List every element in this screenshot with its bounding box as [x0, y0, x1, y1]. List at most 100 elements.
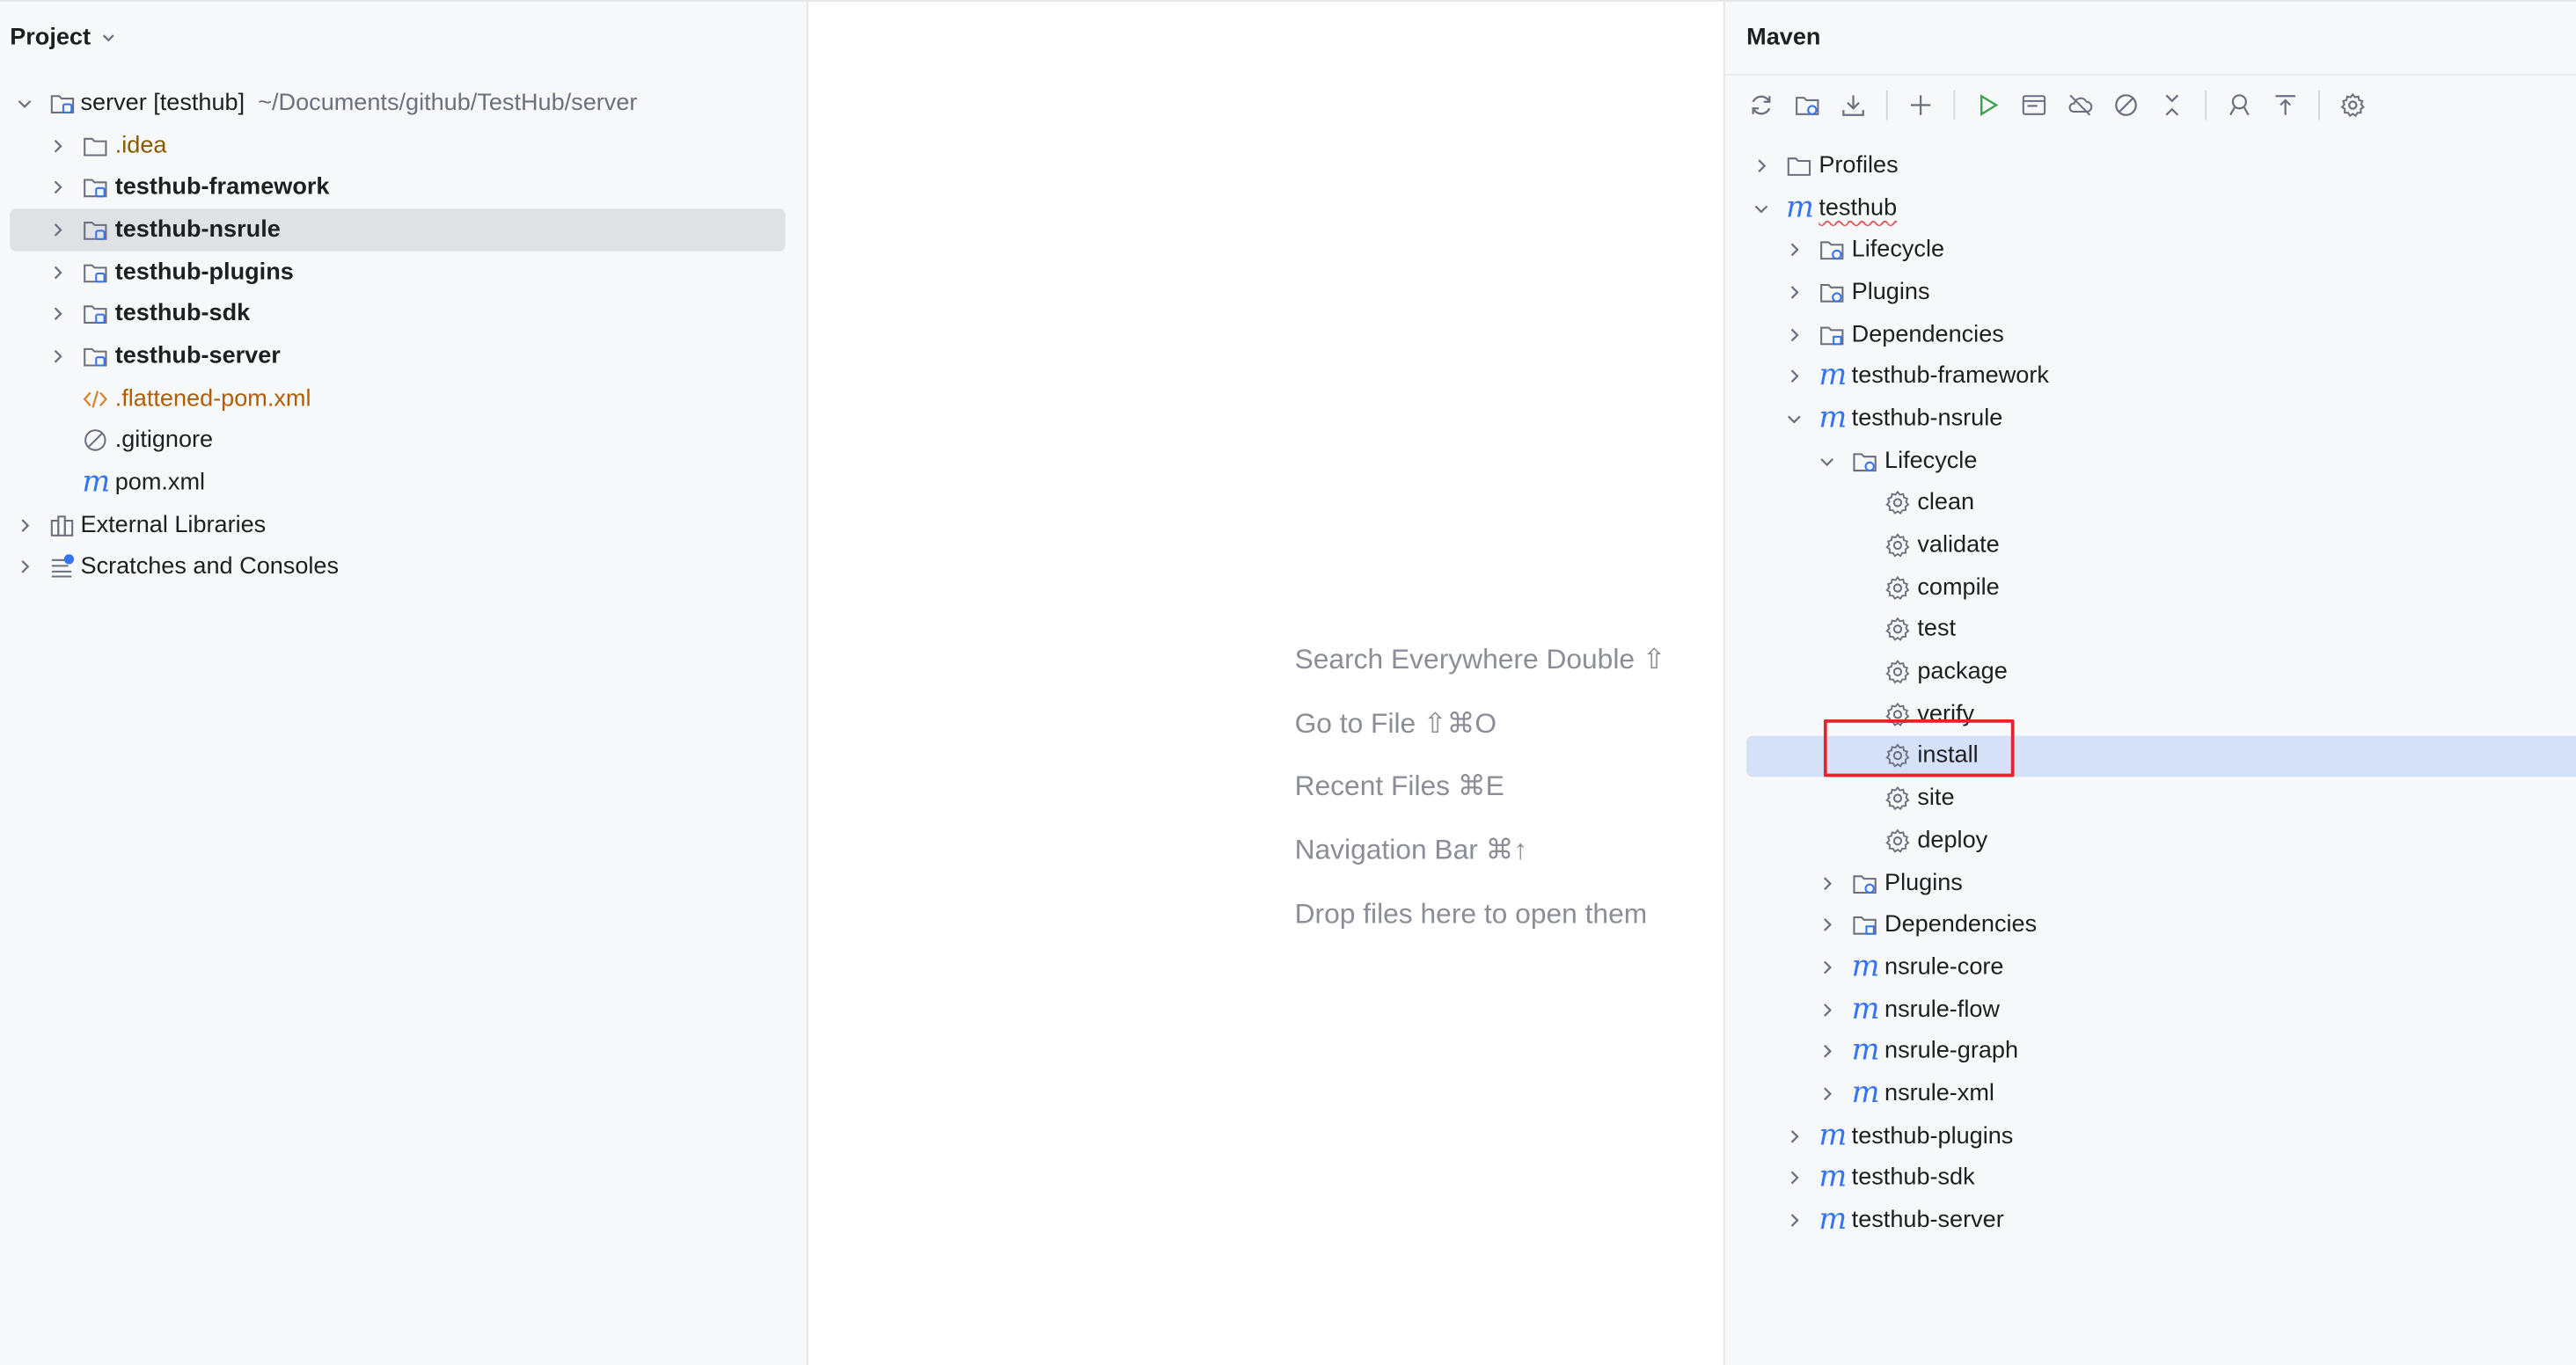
offline-mode-icon[interactable]: [2067, 92, 2093, 119]
chevron-right-icon[interactable]: [1753, 157, 1770, 174]
maven-icon: m: [82, 464, 111, 500]
chevron-down-icon[interactable]: [1753, 200, 1770, 216]
maven-icon: m: [1819, 1118, 1848, 1153]
tree-row-flattened-pom[interactable]: .flattened-pom.xml: [0, 377, 807, 420]
chevron-down-icon[interactable]: [1819, 453, 1835, 470]
run-config-icon[interactable]: [2021, 92, 2047, 119]
maven-phase-clean[interactable]: clean: [1725, 482, 2576, 524]
maven-row-lifecycle[interactable]: Lifecycle: [1725, 229, 2576, 271]
maven-row-nsrule-core[interactable]: m nsrule-core: [1725, 946, 2576, 989]
maven-icon: m: [1851, 1033, 1880, 1069]
maven-row-testhub-sdk[interactable]: m testhub-sdk: [1725, 1157, 2576, 1200]
maven-row-profiles[interactable]: Profiles: [1725, 144, 2576, 186]
chevron-right-icon[interactable]: [1786, 284, 1803, 301]
project-panel-header[interactable]: Project: [0, 2, 807, 74]
maven-phase-deploy[interactable]: deploy: [1725, 820, 2576, 862]
tree-row-scratches[interactable]: Scratches and Consoles: [0, 546, 807, 588]
download-icon[interactable]: [1841, 92, 1867, 119]
maven-row-dependencies[interactable]: Dependencies: [1725, 313, 2576, 355]
annotation-highlight-box: [1823, 719, 2015, 777]
chevron-right-icon[interactable]: [1819, 1085, 1835, 1102]
chevron-right-icon[interactable]: [1786, 1212, 1803, 1229]
run-icon[interactable]: [1975, 92, 2002, 119]
module-folder-icon: [84, 347, 107, 367]
chevron-down-icon[interactable]: [100, 30, 117, 47]
module-folder-icon: [84, 263, 107, 282]
add-icon[interactable]: [1907, 92, 1934, 119]
toolbar-separator: [2205, 90, 2207, 120]
tree-row-root[interactable]: server [testhub] ~/Documents/github/Test…: [0, 82, 807, 124]
editor-empty-hints: Search Everywhere Double ⇧ Go to File ⇧⌘…: [1295, 639, 1666, 956]
chevron-right-icon[interactable]: [49, 306, 66, 323]
tree-row-external-libraries[interactable]: External Libraries: [0, 504, 807, 546]
module-folder-icon: [84, 305, 107, 325]
library-icon: [50, 515, 74, 537]
analyze-dependencies-icon[interactable]: [2226, 92, 2252, 119]
hint-navigation-bar: Navigation Bar ⌘↑: [1294, 834, 1528, 866]
maven-icon: m: [1785, 189, 1814, 224]
maven-row-testhub[interactable]: m testhub: [1725, 186, 2576, 229]
maven-row-testhub-framework[interactable]: m testhub-framework: [1725, 355, 2576, 398]
chevron-right-icon[interactable]: [1786, 326, 1803, 343]
project-tree: server [testhub] ~/Documents/github/Test…: [0, 82, 807, 588]
maven-phase-compile[interactable]: compile: [1725, 566, 2576, 609]
maven-row-nsrule-xml[interactable]: m nsrule-xml: [1725, 1073, 2576, 1115]
maven-phase-package[interactable]: package: [1725, 651, 2576, 693]
gear-icon: [1885, 828, 1910, 853]
tree-row-testhub-plugins[interactable]: testhub-plugins: [0, 251, 807, 293]
tree-root-path: ~/Documents/github/TestHub/server: [258, 90, 638, 117]
module-folder-icon: [84, 221, 107, 240]
maven-row-nsrule-flow[interactable]: m nsrule-flow: [1725, 989, 2576, 1031]
tree-row-gitignore[interactable]: .gitignore: [0, 420, 807, 462]
tree-row-testhub-server[interactable]: testhub-server: [0, 335, 807, 377]
maven-row-nsrule-lifecycle[interactable]: Lifecycle: [1725, 440, 2576, 482]
maven-icon: m: [1819, 1202, 1848, 1237]
maven-phase-validate[interactable]: validate: [1725, 524, 2576, 566]
settings-gear-icon[interactable]: [2339, 92, 2366, 119]
hint-go-to-file: Go to File ⇧⌘O: [1294, 707, 1497, 739]
tree-row-testhub-framework[interactable]: testhub-framework: [0, 166, 807, 208]
maven-icon: m: [1851, 949, 1880, 984]
chevron-right-icon[interactable]: [1819, 875, 1835, 892]
collapse-all-icon[interactable]: [2159, 92, 2185, 119]
chevron-right-icon[interactable]: [49, 348, 66, 365]
reload-icon[interactable]: [1748, 92, 1775, 119]
maven-row-plugins[interactable]: Plugins: [1725, 271, 2576, 313]
show-diagram-icon[interactable]: [2272, 92, 2299, 119]
gear-icon: [1885, 575, 1910, 600]
tree-row-testhub-sdk[interactable]: testhub-sdk: [0, 293, 807, 335]
chevron-down-icon[interactable]: [1786, 411, 1803, 427]
maven-row-nsrule-plugins[interactable]: Plugins: [1725, 862, 2576, 904]
chevron-right-icon[interactable]: [1819, 959, 1835, 975]
chevron-right-icon[interactable]: [1819, 1043, 1835, 1060]
tree-row-idea[interactable]: .idea: [0, 124, 807, 166]
tree-row-testhub-nsrule[interactable]: testhub-nsrule: [0, 208, 807, 251]
maven-phase-test[interactable]: test: [1725, 609, 2576, 651]
tree-row-pom[interactable]: m pom.xml: [0, 462, 807, 504]
chevron-right-icon[interactable]: [1786, 1128, 1803, 1144]
chevron-right-icon[interactable]: [49, 264, 66, 281]
maven-row-testhub-plugins[interactable]: m testhub-plugins: [1725, 1115, 2576, 1157]
chevron-right-icon[interactable]: [1786, 1170, 1803, 1186]
maven-icon: m: [1819, 1160, 1848, 1195]
chevron-right-icon[interactable]: [1786, 242, 1803, 259]
maven-phase-site[interactable]: site: [1725, 777, 2576, 820]
chevron-right-icon[interactable]: [49, 222, 66, 238]
chevron-down-icon[interactable]: [17, 95, 33, 112]
chevron-right-icon[interactable]: [1786, 369, 1803, 385]
generate-sources-icon[interactable]: [1794, 92, 1820, 119]
hint-recent-files: Recent Files ⌘E: [1294, 770, 1504, 803]
chevron-right-icon[interactable]: [1819, 1001, 1835, 1018]
maven-row-nsrule-dependencies[interactable]: Dependencies: [1725, 904, 2576, 946]
chevron-right-icon[interactable]: [49, 179, 66, 196]
plugins-folder-icon: [1820, 283, 1844, 303]
chevron-right-icon[interactable]: [49, 137, 66, 154]
maven-row-testhub-server[interactable]: m testhub-server: [1725, 1200, 2576, 1242]
maven-row-nsrule-graph[interactable]: m nsrule-graph: [1725, 1031, 2576, 1073]
chevron-right-icon[interactable]: [1819, 916, 1835, 933]
chevron-right-icon[interactable]: [17, 517, 33, 534]
maven-row-testhub-nsrule[interactable]: m testhub-nsrule: [1725, 398, 2576, 440]
module-folder-icon: [84, 179, 107, 198]
skip-tests-icon[interactable]: [2113, 92, 2140, 119]
chevron-right-icon[interactable]: [17, 559, 33, 576]
